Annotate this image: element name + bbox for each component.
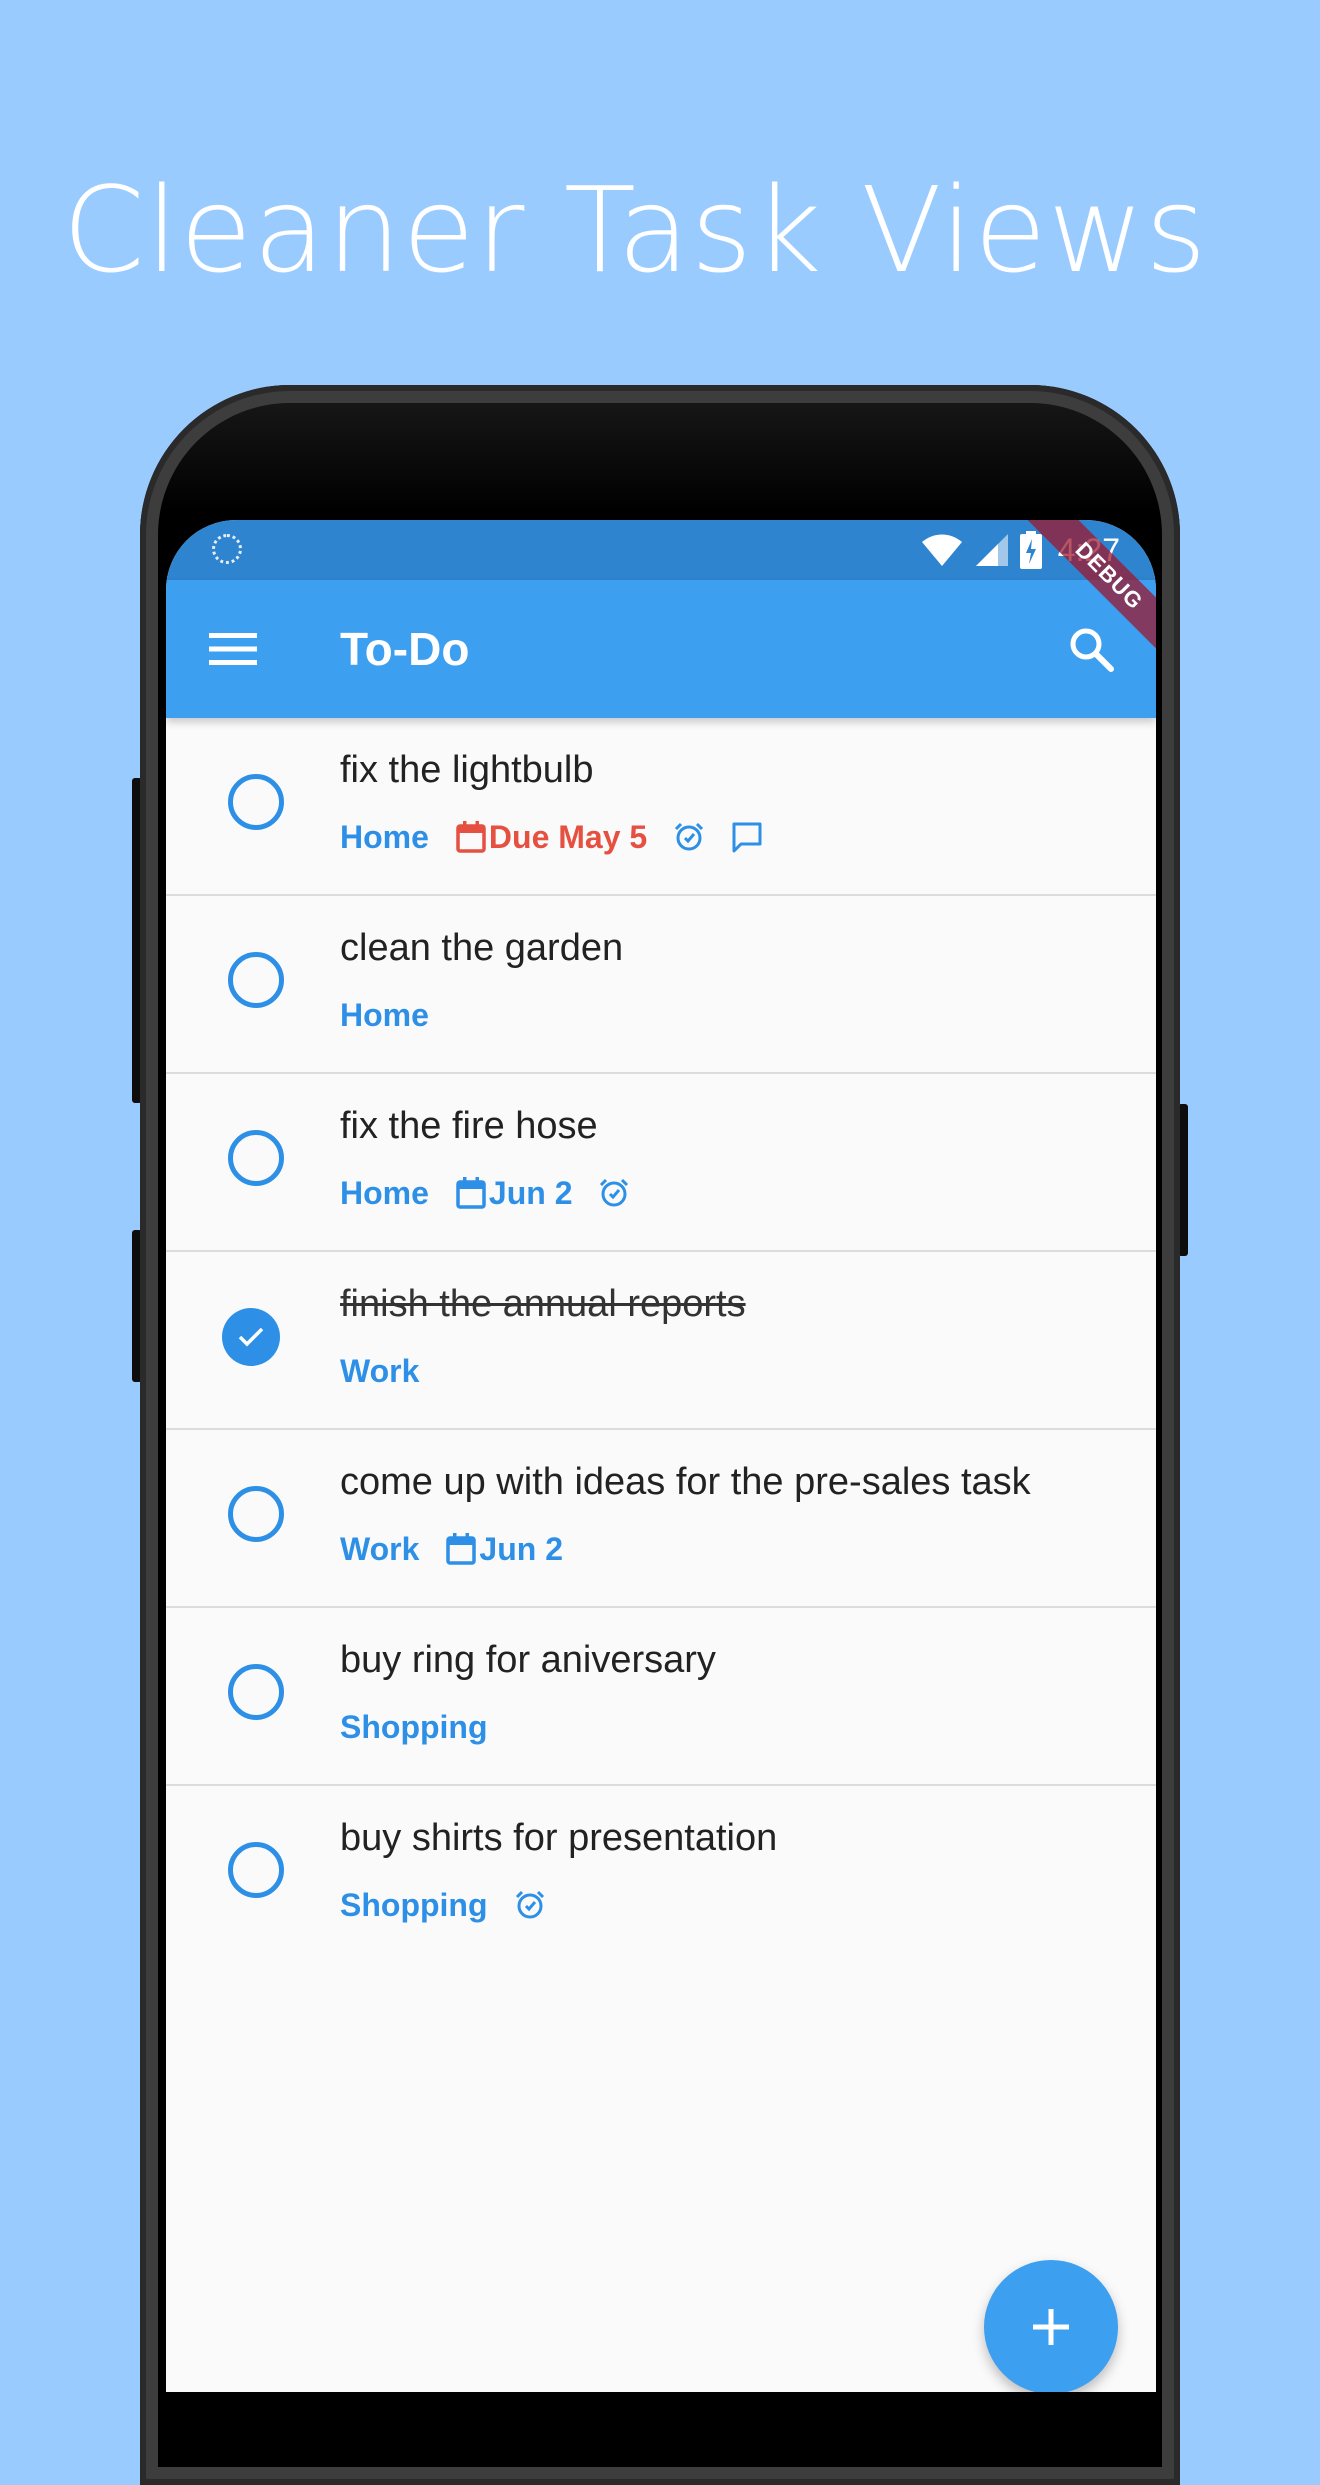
task-due-date: Jun 2 (445, 1531, 563, 1568)
task-checkbox[interactable] (228, 774, 284, 830)
sync-icon (212, 534, 242, 564)
plus-icon (1033, 2309, 1069, 2345)
task-meta: Home (340, 994, 455, 1036)
task-title: fix the lightbulb (340, 749, 594, 791)
task-meta: Home Jun 2 (340, 1172, 656, 1214)
task-title: fix the fire hose (340, 1105, 598, 1147)
task-category: Work (340, 1352, 420, 1389)
task-meta: Shopping (340, 1884, 572, 1926)
task-item[interactable]: finish the annual reports Work (166, 1252, 1156, 1430)
task-item[interactable]: come up with ideas for the pre-sales tas… (166, 1430, 1156, 1608)
task-item[interactable]: fix the lightbulb Home Due May 5 (166, 718, 1156, 896)
task-item[interactable]: clean the garden Home (166, 896, 1156, 1074)
task-category: Home (340, 818, 429, 855)
task-category: Home (340, 996, 429, 1033)
task-title: finish the annual reports (340, 1283, 746, 1325)
app-bar: To-Do (166, 580, 1156, 718)
calendar-icon (456, 821, 486, 853)
calendar-icon (446, 1533, 477, 1565)
task-title: buy ring for aniversary (340, 1639, 716, 1681)
task-checkbox[interactable] (228, 1842, 284, 1898)
task-meta: Work Jun 2 (340, 1528, 589, 1570)
task-checkbox[interactable] (228, 1664, 284, 1720)
search-button[interactable] (1056, 614, 1126, 684)
menu-button[interactable] (200, 616, 266, 682)
status-bar: 4:27 (166, 520, 1156, 580)
task-meta: Home Due May 5 (340, 816, 789, 858)
checkmark-icon (238, 1327, 264, 1347)
task-item[interactable]: buy shirts for presentation Shopping (166, 1786, 1156, 1964)
reminder-icon (673, 821, 705, 853)
task-due-date: Jun 2 (455, 1174, 573, 1212)
add-task-button[interactable] (984, 2260, 1118, 2392)
task-title: come up with ideas for the pre-sales tas… (340, 1461, 1031, 1503)
task-category: Shopping (340, 1886, 488, 1923)
task-due-label: Due May 5 (488, 818, 648, 855)
task-category: Work (340, 1530, 420, 1567)
battery-charging-icon (1019, 531, 1042, 569)
hamburger-menu-icon (209, 633, 257, 665)
task-due-date: Due May 5 (455, 819, 647, 856)
signal-icon (975, 534, 1008, 566)
task-meta: Shopping (340, 1706, 514, 1748)
reminder-icon (514, 1889, 546, 1921)
task-checkbox[interactable] (228, 1130, 284, 1186)
wifi-icon (921, 534, 962, 566)
task-meta: Work (340, 1350, 445, 1392)
promo-title: Cleaner Task Views (62, 161, 1208, 299)
task-item[interactable]: fix the fire hose Home Jun 2 (166, 1074, 1156, 1252)
task-list: fix the lightbulb Home Due May 5 clean t… (166, 718, 1156, 1964)
task-title: clean the garden (340, 927, 624, 969)
task-due-label: Jun 2 (488, 1174, 573, 1211)
task-checkbox[interactable] (228, 1486, 284, 1542)
search-icon (1070, 628, 1114, 672)
calendar-icon (456, 1177, 486, 1209)
task-item[interactable]: buy ring for aniversary Shopping (166, 1608, 1156, 1786)
reminder-icon (598, 1177, 630, 1209)
task-title: buy shirts for presentation (340, 1817, 778, 1859)
task-checkbox[interactable] (228, 952, 284, 1008)
app-title: To-Do (340, 623, 470, 675)
task-checkbox-checked[interactable] (222, 1308, 280, 1366)
task-category: Shopping (340, 1708, 488, 1745)
task-category: Home (340, 1174, 429, 1211)
note-icon (731, 821, 763, 853)
task-due-label: Jun 2 (479, 1530, 563, 1567)
phone-screen: 4:27 To-Do DEBUG fix the lightbulb H (166, 520, 1156, 2392)
